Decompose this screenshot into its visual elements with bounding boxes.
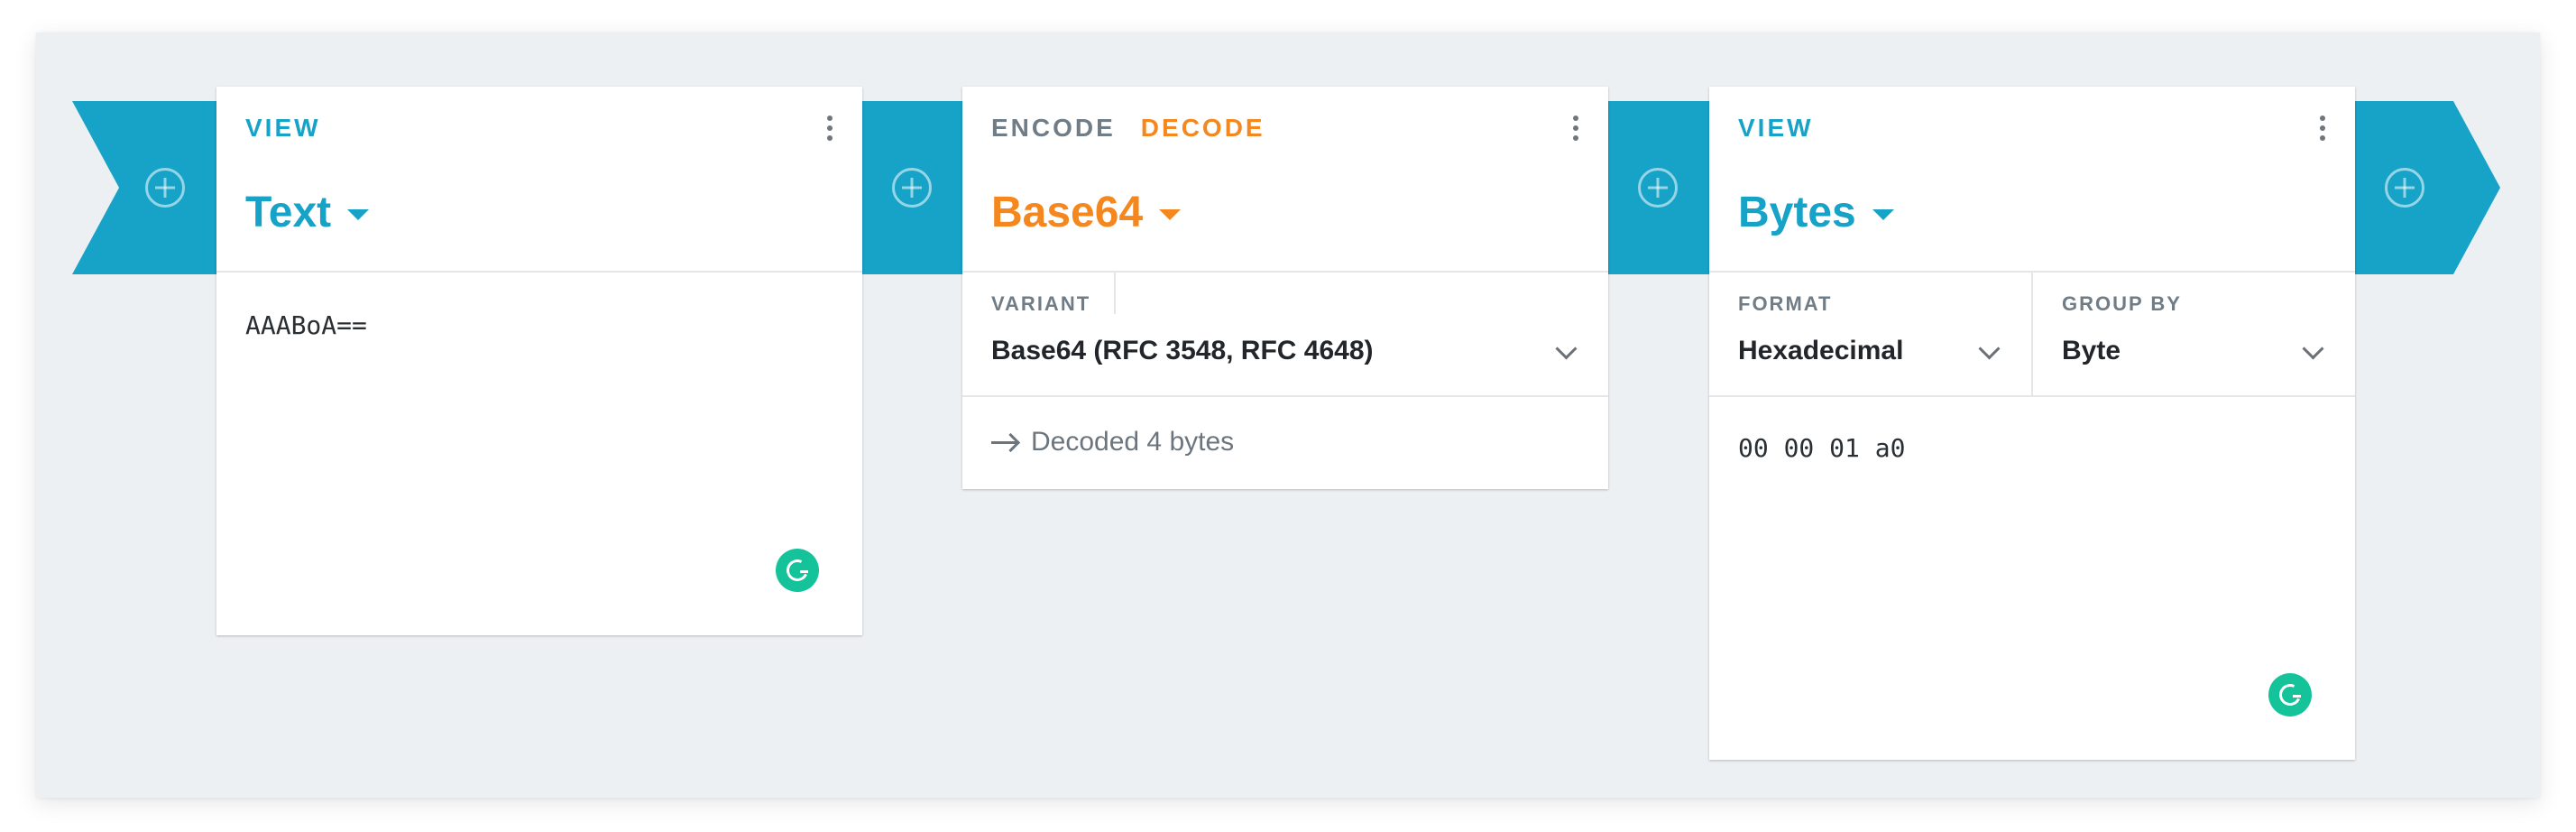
chevron-down-icon xyxy=(1555,337,1578,360)
status-message: Decoded 4 bytes xyxy=(962,397,1608,487)
arrow-right-icon xyxy=(991,433,1018,451)
card-tabs: VIEW xyxy=(245,114,321,143)
setting-value: Byte xyxy=(2062,336,2121,365)
add-brick-button-2[interactable] xyxy=(1638,168,1678,208)
variant-select[interactable]: VARIANT Base64 (RFC 3548, RFC 4648) xyxy=(962,273,1608,395)
brick-title: Bytes xyxy=(1738,189,1856,236)
text-viewer-card: VIEW Text AAABoA== xyxy=(216,87,862,635)
text-content: AAABoA== xyxy=(245,310,367,340)
grammarly-icon[interactable] xyxy=(776,549,819,592)
group-by-select[interactable]: GROUP BY Byte xyxy=(2031,273,2355,395)
card-header: ENCODE DECODE Base64 xyxy=(962,87,1608,273)
tab-decode[interactable]: DECODE xyxy=(1141,114,1265,143)
add-brick-button-end[interactable] xyxy=(2385,168,2424,208)
chevron-down-icon xyxy=(1978,337,2001,360)
tab-encode[interactable]: ENCODE xyxy=(991,114,1116,143)
card-tabs: ENCODE DECODE xyxy=(991,114,1265,143)
brick-selector[interactable]: Base64 xyxy=(991,188,1182,237)
bytes-content: 00 00 01 a0 xyxy=(1738,433,1906,463)
brick-title: Base64 xyxy=(991,189,1144,236)
bytes-content-area[interactable]: 00 00 01 a0 xyxy=(1709,397,2355,760)
settings-row: FORMAT Hexadecimal GROUP BY Byte xyxy=(1709,273,2355,397)
card-header: VIEW Text xyxy=(216,87,862,273)
setting-label: VARIANT xyxy=(991,292,1091,315)
text-content-area[interactable]: AAABoA== xyxy=(216,273,862,635)
more-vertical-icon[interactable] xyxy=(1570,116,1581,148)
bytes-viewer-card: VIEW Bytes FORMAT Hexadecimal GROUP BY B… xyxy=(1709,87,2355,760)
setting-label: GROUP BY xyxy=(2062,292,2182,315)
status-text: Decoded 4 bytes xyxy=(1031,427,1235,457)
setting-label: FORMAT xyxy=(1738,292,1833,315)
card-header: VIEW Bytes xyxy=(1709,87,2355,273)
add-brick-button-1[interactable] xyxy=(892,168,932,208)
tab-view[interactable]: VIEW xyxy=(245,114,321,143)
setting-value: Hexadecimal xyxy=(1738,336,1904,365)
chevron-down-icon xyxy=(2302,337,2324,360)
card-tabs: VIEW xyxy=(1738,114,1814,143)
brick-selector[interactable]: Text xyxy=(245,188,370,237)
setting-value: Base64 (RFC 3548, RFC 4648) xyxy=(991,336,1374,365)
add-brick-button-start[interactable] xyxy=(145,168,185,208)
caret-down-icon xyxy=(347,208,370,220)
brick-title: Text xyxy=(245,189,332,236)
caret-down-icon xyxy=(1872,208,1894,220)
more-vertical-icon[interactable] xyxy=(824,116,835,148)
caret-down-icon xyxy=(1159,208,1182,220)
base64-encoder-card: ENCODE DECODE Base64 VARIANT Base64 (RFC… xyxy=(962,87,1608,489)
format-select[interactable]: FORMAT Hexadecimal xyxy=(1709,273,2031,395)
grammarly-icon[interactable] xyxy=(2268,673,2312,716)
divider xyxy=(1114,273,1116,314)
more-vertical-icon[interactable] xyxy=(2317,116,2328,148)
settings-row: VARIANT Base64 (RFC 3548, RFC 4648) xyxy=(962,273,1608,397)
tab-view[interactable]: VIEW xyxy=(1738,114,1814,143)
brick-selector[interactable]: Bytes xyxy=(1738,188,1894,237)
